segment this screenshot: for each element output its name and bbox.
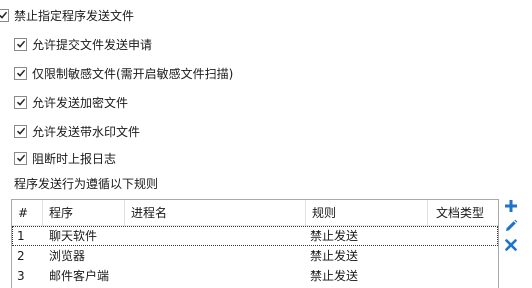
cell-program: 聊天软件	[49, 229, 98, 243]
checkmark-icon	[16, 127, 25, 135]
cell-program: 浏览器	[49, 249, 86, 263]
checkmark-icon	[16, 98, 25, 106]
table-header: # 程序 进程名 规则 文档类型	[12, 200, 498, 226]
x-icon	[505, 239, 517, 251]
option-label: 阻断时上报日志	[32, 151, 117, 166]
cell-num: 1	[17, 229, 25, 243]
cell-num: 3	[17, 269, 25, 283]
checkbox-sensitive-only[interactable]	[14, 66, 27, 80]
option-label: 禁止指定程序发送文件	[14, 8, 135, 23]
option-label: 允许提交文件发送申请	[32, 37, 153, 52]
delete-rule-button[interactable]	[503, 237, 519, 253]
cell-rule: 禁止发送	[310, 269, 359, 283]
cell-num: 2	[17, 249, 25, 263]
option-label: 允许发送带水印文件	[32, 124, 141, 139]
option-allow-watermark[interactable]: 允许发送带水印文件	[14, 122, 140, 140]
checkmark-icon	[0, 11, 7, 19]
cell-rule: 禁止发送	[310, 229, 359, 243]
option-block-specified[interactable]: 禁止指定程序发送文件	[0, 6, 134, 24]
option-report-log[interactable]: 阻断时上报日志	[14, 149, 116, 167]
checkmark-icon	[16, 154, 25, 162]
file-send-settings-panel: 禁止指定程序发送文件 允许提交文件发送申请 仅限制敏感文件(需开启敏感文件扫描)…	[0, 0, 532, 288]
column-header-rule[interactable]: 规则	[305, 200, 427, 226]
column-header-process[interactable]: 进程名	[124, 200, 305, 226]
table-row[interactable]: 3 邮件客户端 禁止发送	[12, 266, 498, 286]
checkbox-report-log[interactable]	[14, 151, 27, 165]
edit-rule-button[interactable]	[503, 218, 519, 234]
column-header-program[interactable]: 程序	[42, 200, 124, 226]
cell-program: 邮件客户端	[49, 269, 110, 283]
checkmark-icon	[16, 69, 25, 77]
option-label: 允许发送加密文件	[32, 95, 129, 110]
table-row[interactable]: 2 浏览器 禁止发送	[12, 246, 498, 266]
cell-rule: 禁止发送	[310, 249, 359, 263]
plus-icon	[505, 200, 517, 212]
checkbox-block-specified[interactable]	[0, 8, 9, 22]
checkmark-icon	[16, 40, 25, 48]
rules-label: 程序发送行为遵循以下规则	[14, 177, 159, 191]
add-rule-button[interactable]	[503, 198, 519, 214]
checkbox-allow-request[interactable]	[14, 37, 27, 51]
column-header-num[interactable]: #	[12, 200, 42, 226]
option-allow-encrypted[interactable]: 允许发送加密文件	[14, 93, 128, 111]
option-sensitive-only[interactable]: 仅限制敏感文件(需开启敏感文件扫描)	[14, 64, 233, 82]
pencil-icon	[506, 219, 518, 231]
checkbox-allow-encrypted[interactable]	[14, 95, 27, 109]
option-allow-request[interactable]: 允许提交文件发送申请	[14, 35, 152, 53]
option-label: 仅限制敏感文件(需开启敏感文件扫描)	[32, 66, 234, 81]
column-header-doctype[interactable]: 文档类型	[427, 200, 498, 226]
checkbox-allow-watermark[interactable]	[14, 124, 27, 138]
table-row[interactable]: 1 聊天软件 禁止发送	[12, 226, 498, 246]
rules-table[interactable]: # 程序 进程名 规则 文档类型 1 聊天软件 禁止发送 2 浏览器 禁止发送 …	[11, 199, 499, 288]
